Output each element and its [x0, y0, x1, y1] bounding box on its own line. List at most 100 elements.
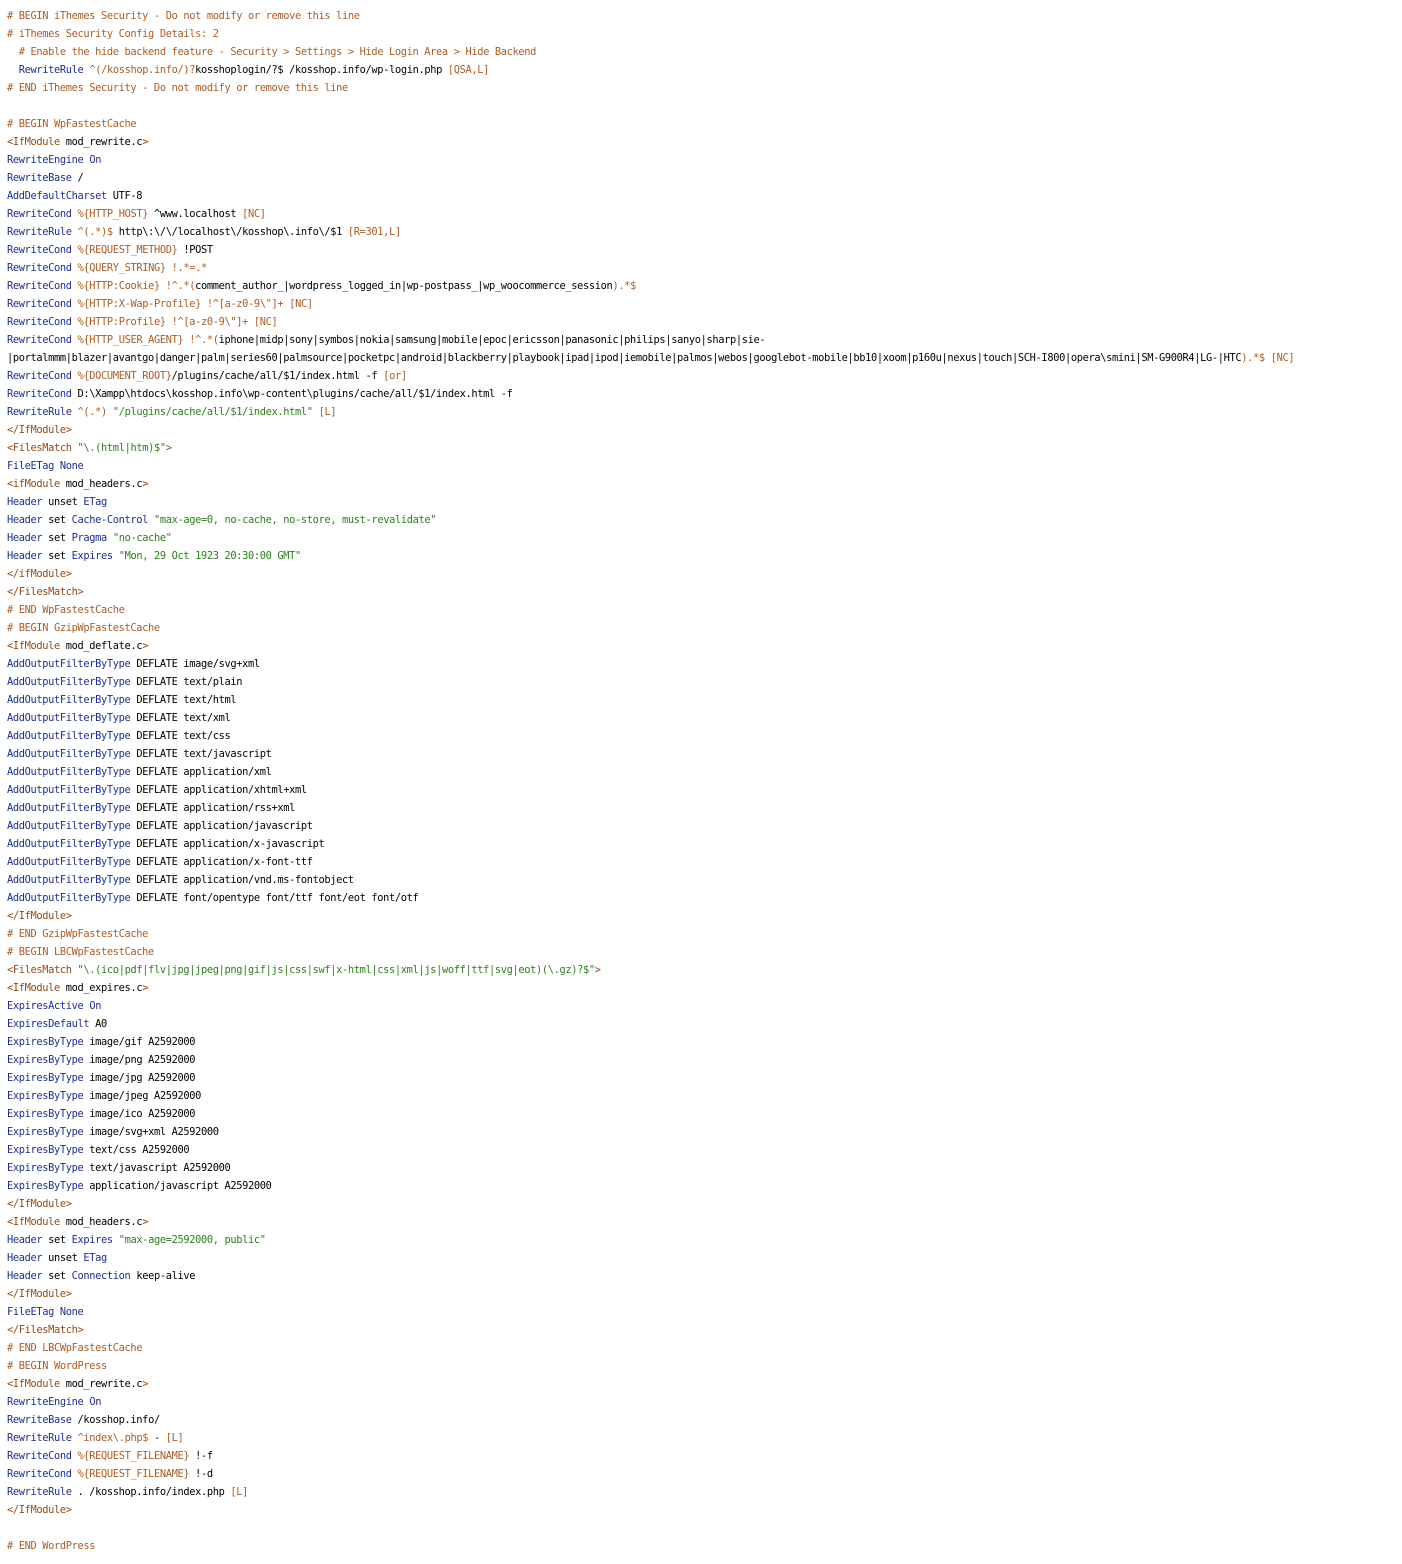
code-token-comment: # END WordPress [7, 1540, 96, 1552]
code-line: </IfModule> [7, 1195, 1402, 1213]
code-line: # BEGIN WordPress [7, 1357, 1402, 1375]
code-token-directive: AddOutputFilterByType [7, 784, 131, 796]
code-token-text: /plugins/cache/all/$1/index.html -f [171, 370, 384, 382]
code-token-directive: AddOutputFilterByType [7, 766, 131, 778]
code-token-text: / [71, 172, 84, 184]
code-line: RewriteCond %{HTTP:X-Wap-Profile} !^[a-z… [7, 295, 1402, 313]
code-token-text: UTF-8 [106, 190, 143, 202]
code-line: # iThemes Security Config Details: 2 [7, 25, 1402, 43]
code-token-pattern: %{HTTP_HOST} [77, 208, 149, 220]
code-token-pattern: [L] [165, 1432, 184, 1444]
code-token-text: - [148, 1432, 166, 1444]
code-token-directive: AddOutputFilterByType [7, 856, 131, 868]
code-line: Header unset ETag [7, 1249, 1402, 1267]
code-token-pattern: [NC] [289, 298, 313, 310]
code-token-directive: RewriteEngine [7, 1396, 84, 1408]
code-token-tag: <FilesMatch [7, 964, 72, 976]
code-token-text: text/javascript A2592000 [83, 1162, 231, 1174]
code-token-directive: RewriteCond [7, 208, 72, 220]
code-line: Header set Connection keep-alive [7, 1267, 1402, 1285]
code-token-string: "no-cache" [112, 532, 172, 544]
code-token-comment: # BEGIN iThemes Security - Do not modify… [7, 10, 360, 22]
code-line: RewriteRule ^(/kosshop.info/)?kosshoplog… [7, 61, 1402, 79]
code-token-directive: Cache-Control [71, 514, 149, 526]
code-token-text: mod_headers.c [59, 478, 143, 490]
code-line: AddOutputFilterByType DEFLATE applicatio… [7, 853, 1402, 871]
code-token-directive: AddOutputFilterByType [7, 694, 131, 706]
code-token-pattern: [or] [383, 370, 407, 382]
code-token-tag: </IfModule> [7, 1504, 72, 1516]
code-token-directive: Header [7, 514, 43, 526]
code-token-directive: RewriteBase [7, 172, 72, 184]
code-token-directive: AddDefaultCharset [7, 190, 107, 202]
code-token-text: DEFLATE text/css [130, 730, 231, 742]
code-token-tag: <IfModule [7, 1378, 60, 1390]
code-token-directive: ExpiresByType [7, 1144, 84, 1156]
code-token-directive: On [89, 154, 102, 166]
code-token-directive: ExpiresByType [7, 1162, 84, 1174]
code-line: # Enable the hide backend feature - Secu… [7, 43, 1402, 61]
code-token-tag: </ifModule> [7, 568, 72, 580]
code-token-directive: FileETag [7, 1306, 55, 1318]
code-token-tag: > [142, 136, 149, 148]
code-line: ExpiresByType application/javascript A25… [7, 1177, 1402, 1195]
code-line: RewriteRule ^index\.php$ - [L] [7, 1429, 1402, 1447]
code-token-string: "max-age=2592000, public" [118, 1234, 266, 1246]
code-token-pattern: %{REQUEST_FILENAME} [77, 1450, 190, 1462]
code-token-directive: ExpiresByType [7, 1180, 84, 1192]
code-token-text: DEFLATE application/vnd.ms-fontobject [130, 874, 354, 886]
code-token-text: set [42, 1270, 72, 1282]
code-token-directive: FileETag [7, 460, 55, 472]
code-token-pattern: ^(.*) [77, 406, 108, 418]
code-token-directive: AddOutputFilterByType [7, 748, 131, 760]
code-line: AddOutputFilterByType DEFLATE applicatio… [7, 817, 1402, 835]
code-token-text: DEFLATE image/svg+xml [130, 658, 260, 670]
code-token-directive: RewriteCond [7, 1468, 72, 1480]
code-token-pattern: [NC] [253, 316, 278, 328]
code-line: AddOutputFilterByType DEFLATE applicatio… [7, 799, 1402, 817]
code-token-string: "\.(html|htm)$" [77, 442, 167, 454]
code-token-directive: RewriteCond [7, 1450, 72, 1462]
code-token-comment: # BEGIN LBCWpFastestCache [7, 946, 154, 958]
code-line: <IfModule mod_expires.c> [7, 979, 1402, 997]
code-token-text: image/png A2592000 [83, 1054, 196, 1066]
code-line: ExpiresByType image/gif A2592000 [7, 1033, 1402, 1051]
code-token-text: DEFLATE application/javascript [130, 820, 313, 832]
code-token-directive: ETag [83, 1252, 107, 1264]
code-line: RewriteCond %{HTTP_USER_AGENT} !^.*(ipho… [7, 331, 1402, 349]
code-line: # END LBCWpFastestCache [7, 1339, 1402, 1357]
code-token-tag: <FilesMatch [7, 442, 72, 454]
code-token-text: http\:\/\/localhost\/kosshop\.info\/$1 [112, 226, 348, 238]
code-line: </IfModule> [7, 1501, 1402, 1519]
code-token-directive: Expires [71, 1234, 114, 1246]
code-token-directive: None [59, 1306, 84, 1318]
code-line: Header set Cache-Control "max-age=0, no-… [7, 511, 1402, 529]
code-token-directive: RewriteCond [7, 388, 72, 400]
code-line: RewriteCond %{HTTP:Cookie} !^.*(comment_… [7, 277, 1402, 295]
code-token-tag: > [142, 1378, 149, 1390]
code-token-pattern: %{HTTP:Profile} [77, 316, 167, 328]
code-token-comment: # Enable the hide backend feature - Secu… [7, 46, 537, 58]
code-token-directive: Header [7, 532, 43, 544]
code-line: Header set Expires "max-age=2592000, pub… [7, 1231, 1402, 1249]
code-token-text: DEFLATE text/plain [130, 676, 243, 688]
code-token-text: image/jpeg A2592000 [83, 1090, 201, 1102]
code-token-comment: # BEGIN WpFastestCache [7, 118, 137, 130]
code-token-directive: Expires [71, 550, 114, 562]
code-token-text: |portalmmm|blazer|avantgo|danger|palm|se… [7, 352, 1242, 364]
code-token-tag: > [142, 640, 149, 652]
code-token-tag: </IfModule> [7, 910, 72, 922]
code-token-pattern: %{HTTP_USER_AGENT} [77, 334, 184, 346]
code-token-text: unset [42, 1252, 84, 1264]
code-line: ExpiresByType text/css A2592000 [7, 1141, 1402, 1159]
code-token-text: set [42, 532, 72, 544]
code-token-text: kosshoplogin/?$ /kosshop.info/wp-login.p… [195, 64, 448, 76]
code-token-directive: Header [7, 1234, 43, 1246]
code-token-comment: # END LBCWpFastestCache [7, 1342, 143, 1354]
code-token-text: DEFLATE text/html [130, 694, 237, 706]
code-token-directive: RewriteCond [7, 370, 72, 382]
code-line: ExpiresByType image/ico A2592000 [7, 1105, 1402, 1123]
code-line: ExpiresByType image/jpg A2592000 [7, 1069, 1402, 1087]
code-token-pattern: [QSA,L] [447, 64, 490, 76]
code-line: # BEGIN GzipWpFastestCache [7, 619, 1402, 637]
